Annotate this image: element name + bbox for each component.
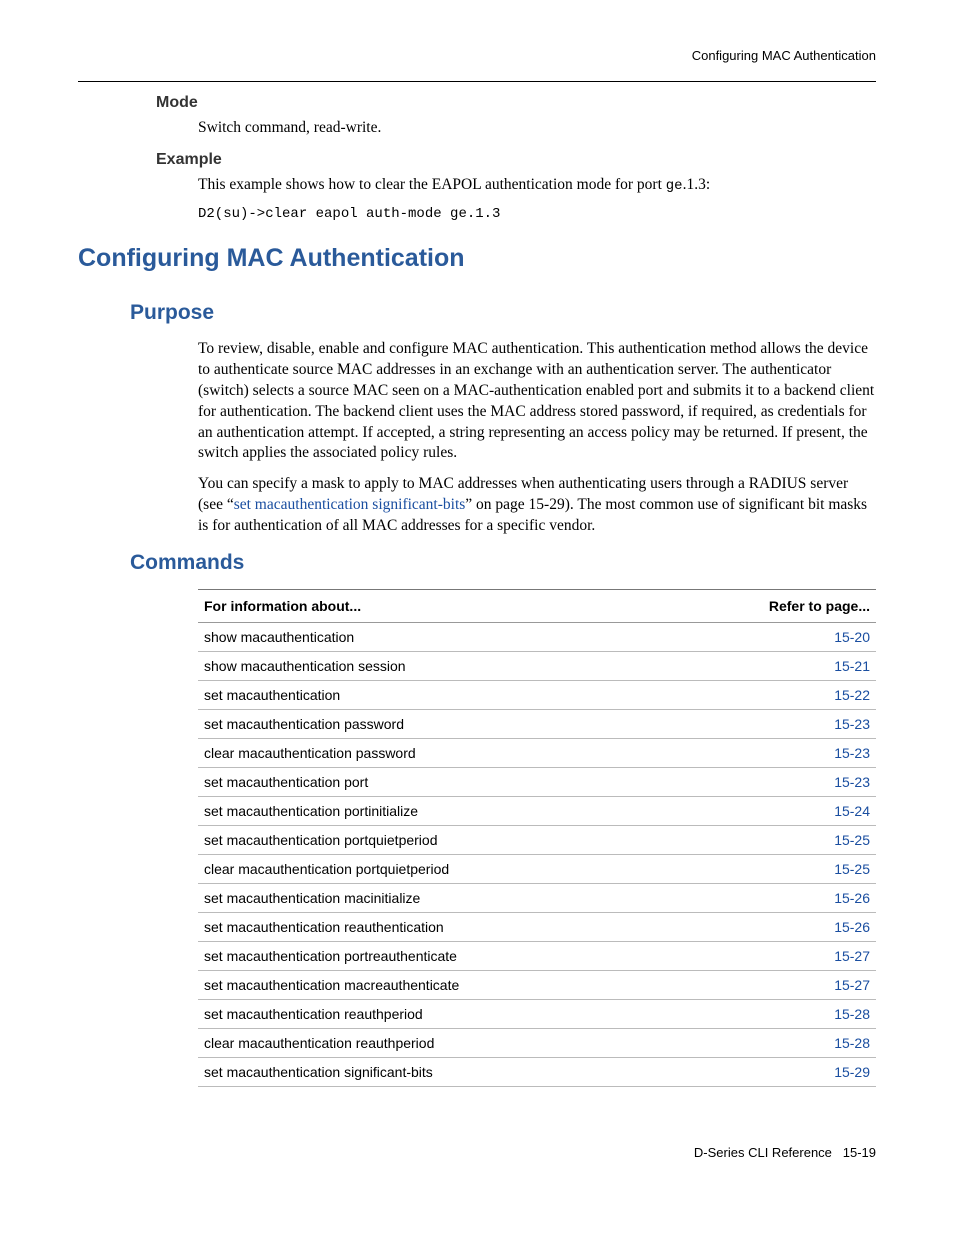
- command-name: set macauthentication macreauthenticate: [198, 971, 674, 1000]
- command-name: set macauthentication portquietperiod: [198, 826, 674, 855]
- page-link[interactable]: 15-27: [674, 942, 876, 971]
- commands-heading: Commands: [130, 551, 876, 575]
- table-header-row: For information about... Refer to page..…: [198, 590, 876, 623]
- footer-doc-title: D-Series CLI Reference: [694, 1145, 832, 1160]
- page: Configuring MAC Authentication Mode Swit…: [0, 0, 954, 1200]
- page-link[interactable]: 15-29: [674, 1058, 876, 1087]
- mode-text: Switch command, read-write.: [198, 118, 876, 139]
- table-row: clear macauthentication portquietperiod1…: [198, 855, 876, 884]
- page-link[interactable]: 15-26: [674, 884, 876, 913]
- command-name: set macauthentication: [198, 681, 674, 710]
- table-row: set macauthentication significant-bits15…: [198, 1058, 876, 1087]
- command-name: set macauthentication password: [198, 710, 674, 739]
- running-header: Configuring MAC Authentication: [78, 48, 876, 63]
- page-link[interactable]: 15-23: [674, 710, 876, 739]
- table-row: set macauthentication portinitialize15-2…: [198, 797, 876, 826]
- table-row: set macauthentication portreauthenticate…: [198, 942, 876, 971]
- example-intro-code: ge: [666, 178, 683, 194]
- page-link[interactable]: 15-26: [674, 913, 876, 942]
- command-name: set macauthentication port: [198, 768, 674, 797]
- mode-heading: Mode: [156, 94, 876, 112]
- page-link[interactable]: 15-20: [674, 623, 876, 652]
- page-link[interactable]: 15-25: [674, 826, 876, 855]
- header-rule: [78, 81, 876, 82]
- table-row: set macauthentication reauthentication15…: [198, 913, 876, 942]
- table-row: set macauthentication port15-23: [198, 768, 876, 797]
- table-row: set macauthentication15-22: [198, 681, 876, 710]
- section-title: Configuring MAC Authentication: [78, 244, 876, 273]
- purpose-p2: You can specify a mask to apply to MAC a…: [198, 474, 876, 537]
- purpose-link[interactable]: set macauthentication significant-bits: [234, 496, 466, 513]
- commands-table: For information about... Refer to page..…: [198, 589, 876, 1087]
- example-intro-prefix: This example shows how to clear the EAPO…: [198, 176, 666, 193]
- page-link[interactable]: 15-23: [674, 739, 876, 768]
- page-link[interactable]: 15-21: [674, 652, 876, 681]
- command-name: set macauthentication macinitialize: [198, 884, 674, 913]
- command-name: clear macauthentication portquietperiod: [198, 855, 674, 884]
- table-row: clear macauthentication reauthperiod15-2…: [198, 1029, 876, 1058]
- command-name: set macauthentication significant-bits: [198, 1058, 674, 1087]
- table-row: show macauthentication15-20: [198, 623, 876, 652]
- command-name: set macauthentication portreauthenticate: [198, 942, 674, 971]
- page-link[interactable]: 15-24: [674, 797, 876, 826]
- table-row: set macauthentication reauthperiod15-28: [198, 1000, 876, 1029]
- table-header-info: For information about...: [198, 590, 674, 623]
- command-name: clear macauthentication password: [198, 739, 674, 768]
- table-row: set macauthentication macinitialize15-26: [198, 884, 876, 913]
- page-footer: D-Series CLI Reference 15-19: [78, 1145, 876, 1160]
- footer-page-num: 15-19: [843, 1145, 876, 1160]
- page-link[interactable]: 15-27: [674, 971, 876, 1000]
- page-link[interactable]: 15-22: [674, 681, 876, 710]
- command-name: show macauthentication session: [198, 652, 674, 681]
- command-name: set macauthentication reauthperiod: [198, 1000, 674, 1029]
- example-heading: Example: [156, 151, 876, 169]
- example-intro-suffix: .1.3:: [683, 176, 711, 193]
- command-name: clear macauthentication reauthperiod: [198, 1029, 674, 1058]
- page-link[interactable]: 15-25: [674, 855, 876, 884]
- purpose-p1: To review, disable, enable and configure…: [198, 339, 876, 465]
- table-row: set macauthentication password15-23: [198, 710, 876, 739]
- table-row: set macauthentication macreauthenticate1…: [198, 971, 876, 1000]
- example-code: D2(su)->clear eapol auth-mode ge.1.3: [198, 206, 876, 222]
- table-header-page: Refer to page...: [674, 590, 876, 623]
- table-row: show macauthentication session15-21: [198, 652, 876, 681]
- table-row: set macauthentication portquietperiod15-…: [198, 826, 876, 855]
- command-name: set macauthentication reauthentication: [198, 913, 674, 942]
- command-name: show macauthentication: [198, 623, 674, 652]
- command-name: set macauthentication portinitialize: [198, 797, 674, 826]
- page-link[interactable]: 15-23: [674, 768, 876, 797]
- table-row: clear macauthentication password15-23: [198, 739, 876, 768]
- page-link[interactable]: 15-28: [674, 1029, 876, 1058]
- page-link[interactable]: 15-28: [674, 1000, 876, 1029]
- example-intro: This example shows how to clear the EAPO…: [198, 175, 876, 196]
- purpose-heading: Purpose: [130, 301, 876, 325]
